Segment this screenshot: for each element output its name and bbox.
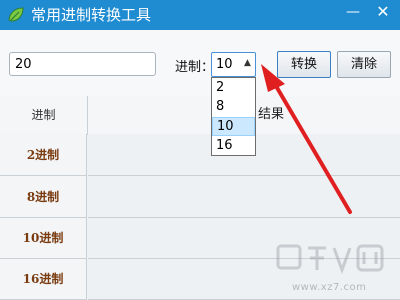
clear-button[interactable]: 清除: [337, 51, 391, 78]
base-label: 进制：: [175, 60, 215, 75]
number-input[interactable]: [9, 52, 156, 76]
base-select-value: 10: [216, 57, 233, 72]
row-label-base16: 16进制: [0, 259, 87, 300]
row-label-base10: 10进制: [0, 218, 87, 259]
column-header-result: 结果: [258, 107, 285, 122]
dropdown-option-8[interactable]: 8: [212, 97, 255, 116]
window-title: 常用进制转换工具: [31, 6, 152, 24]
dropdown-option-16[interactable]: 16: [212, 136, 255, 155]
app-window: 常用进制转换工具 — ✕ 进制： 10 ▲ 转换 清除 进制 结果 2进制 8进…: [0, 0, 400, 300]
title-bar: 常用进制转换工具 — ✕: [0, 0, 400, 30]
dropdown-option-10[interactable]: 10: [212, 117, 255, 136]
close-icon[interactable]: ✕: [368, 0, 398, 26]
watermark-url: www.xz7.com: [292, 282, 367, 293]
row-label-base2: 2进制: [0, 134, 87, 176]
result-cell-base8[interactable]: [88, 176, 400, 218]
row-label-base8: 8进制: [0, 176, 87, 218]
column-header-base: 进制: [0, 96, 88, 135]
chevron-up-icon: ▲: [244, 58, 251, 68]
base-select[interactable]: 10 ▲: [211, 52, 256, 77]
base-dropdown-list: 2 8 10 16: [211, 77, 256, 156]
minimize-icon[interactable]: —: [338, 0, 368, 26]
convert-button[interactable]: 转换: [277, 51, 331, 78]
app-leaf-icon: [8, 7, 24, 22]
dropdown-option-2[interactable]: 2: [212, 78, 255, 97]
